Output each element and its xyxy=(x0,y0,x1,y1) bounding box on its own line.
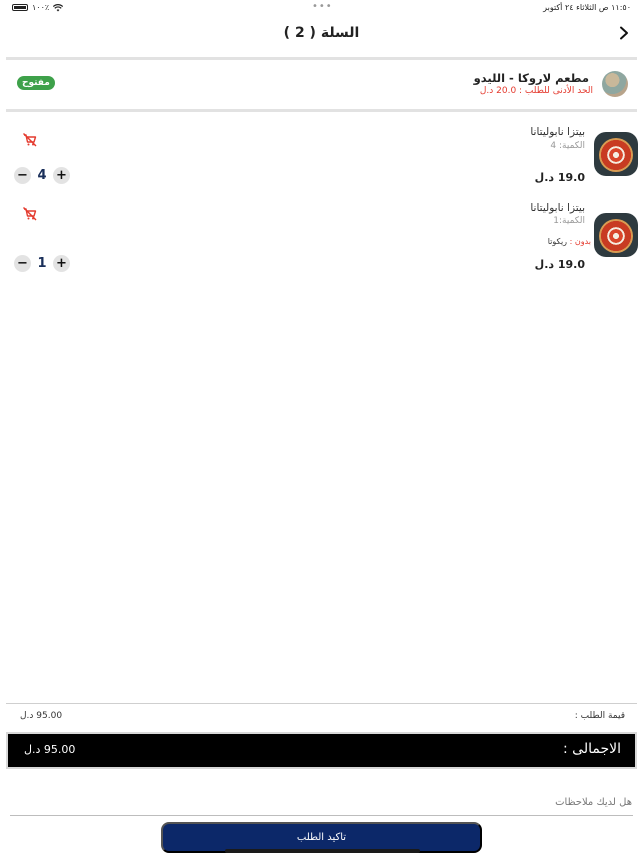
page-title: السلة ( 2 ) xyxy=(283,25,360,41)
decrease-button[interactable]: − xyxy=(14,167,31,184)
quantity-stepper: − 1 + xyxy=(14,255,70,272)
remove-from-cart-icon[interactable] xyxy=(22,132,38,148)
status-badge: مفتوح xyxy=(17,76,55,90)
item-note-value: ريكوتا xyxy=(547,237,568,246)
battery-percent: ١٠٠٪ xyxy=(32,3,50,12)
quantity-stepper: − 4 + xyxy=(14,167,70,184)
item-name: بيتزا نابوليتانا xyxy=(530,126,585,138)
restaurant-divider xyxy=(6,109,637,112)
item-name: بيتزا نابوليتانا xyxy=(530,202,585,214)
status-icons: ١٠٠٪ xyxy=(12,3,64,12)
minimum-order: الحد الأدنى للطلب : 20.0 د.ل xyxy=(479,86,593,96)
pizza-image xyxy=(599,219,633,253)
increase-button[interactable]: + xyxy=(53,255,70,272)
quantity-value: 4 xyxy=(37,168,47,183)
cart-item: بيتزا نابوليتانا الكمية:1 بدون : ريكوتا … xyxy=(0,196,643,278)
item-note-prefix: بدون : xyxy=(569,237,591,246)
subtotal-label: قيمة الطلب : xyxy=(574,711,625,721)
cart-item: بيتزا نابوليتانا الكمية: 4 19.0 د.ل − 4 … xyxy=(0,120,643,192)
total-value: 95.00 د.ل xyxy=(24,743,76,756)
increase-button[interactable]: + xyxy=(53,167,70,184)
item-note: بدون : ريكوتا xyxy=(548,237,591,246)
status-time-date: ١١:٥٠ ص الثلاثاء ٢٤ أكتوبر xyxy=(543,3,631,12)
restaurant-name: مطعم لاروكا - الليدو xyxy=(473,71,589,85)
total-label: الاجمالى : xyxy=(563,741,621,757)
home-indicator xyxy=(225,849,420,853)
restaurant-avatar xyxy=(602,71,628,97)
item-price: 19.0 د.ل xyxy=(534,171,585,184)
item-quantity-label: الكمية:1 xyxy=(553,216,585,226)
total-bar: الاجمالى : 95.00 د.ل xyxy=(6,732,637,769)
item-price: 19.0 د.ل xyxy=(534,258,585,271)
chevron-right-icon xyxy=(620,26,628,40)
item-quantity-label: الكمية: 4 xyxy=(550,141,585,151)
remove-from-cart-icon[interactable] xyxy=(22,206,38,222)
decrease-button[interactable]: − xyxy=(14,255,31,272)
wifi-icon xyxy=(53,3,64,11)
pizza-image xyxy=(599,138,633,172)
item-photo xyxy=(594,132,638,176)
summary-divider xyxy=(6,703,637,704)
cart-header: السلة ( 2 ) xyxy=(0,18,643,54)
header-divider xyxy=(6,57,637,60)
multitask-dots[interactable]: ••• xyxy=(312,1,333,12)
status-bar: ١٠٠٪ ••• ١١:٥٠ ص الثلاثاء ٢٤ أكتوبر xyxy=(0,0,643,16)
restaurant-info: مطعم لاروكا - الليدو الحد الأدنى للطلب :… xyxy=(0,62,643,108)
battery-icon xyxy=(12,4,28,11)
notes-input[interactable] xyxy=(10,790,633,816)
quantity-value: 1 xyxy=(37,256,47,271)
item-photo xyxy=(594,213,638,257)
subtotal-value: 95.00 د.ل xyxy=(20,711,63,721)
back-button[interactable] xyxy=(613,22,635,44)
